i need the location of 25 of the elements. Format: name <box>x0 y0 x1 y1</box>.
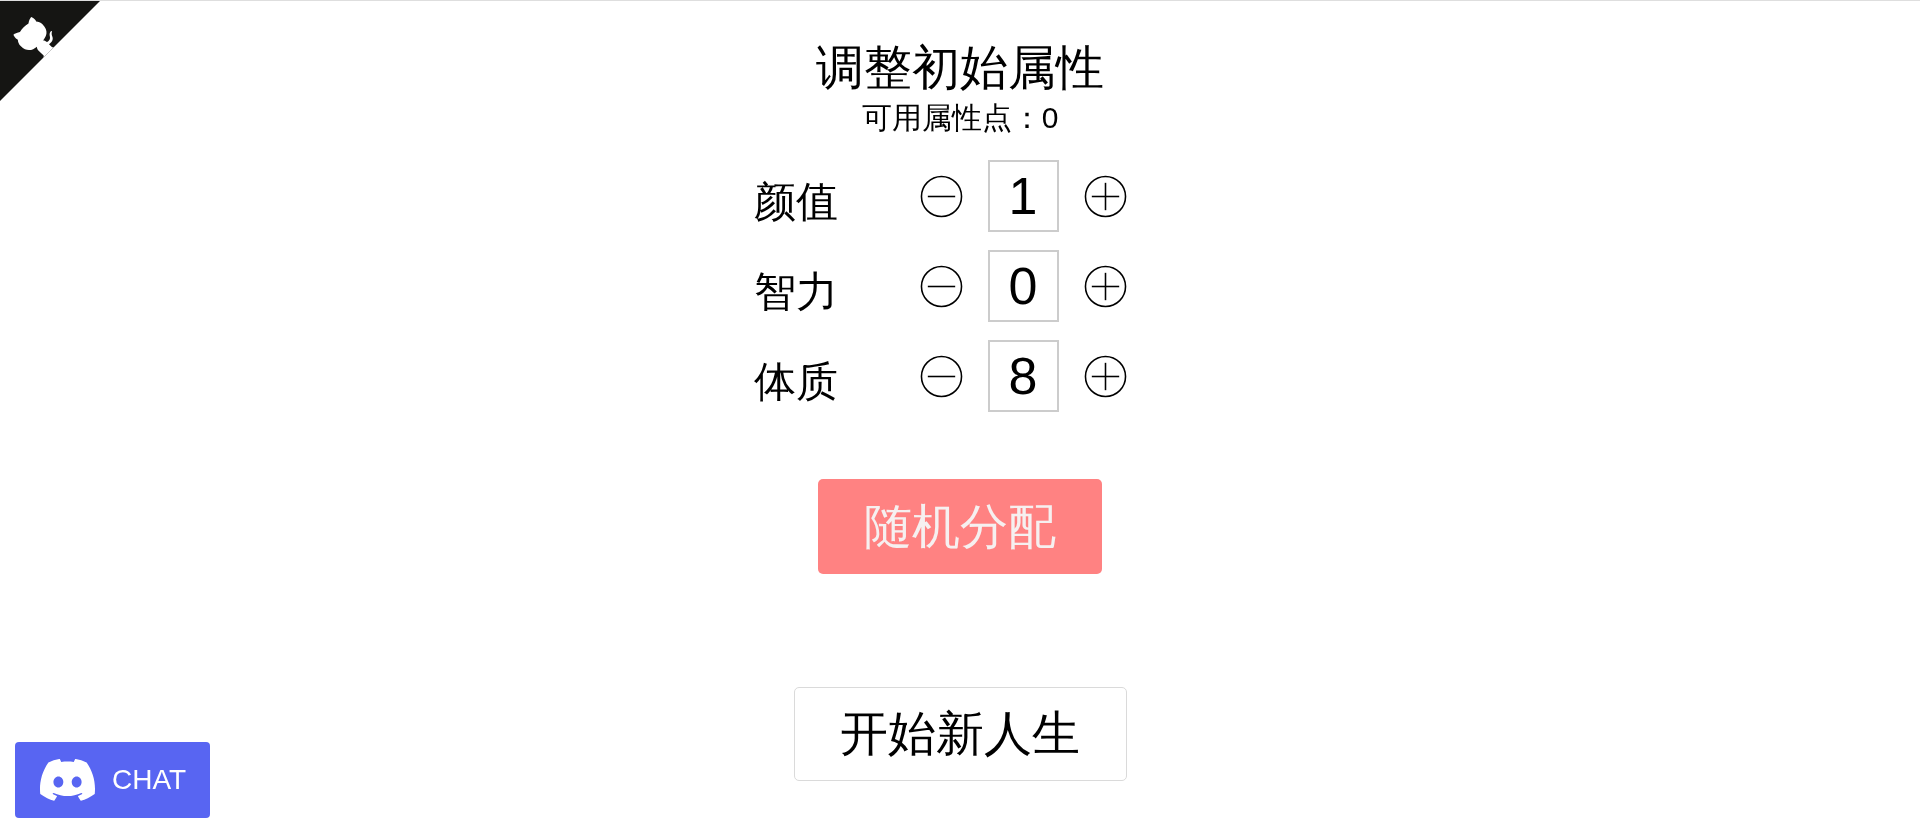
value-field[interactable]: 8 <box>987 340 1059 412</box>
corner-link[interactable] <box>0 1 100 101</box>
decrease-button[interactable] <box>919 354 963 398</box>
available-points: 可用属性点：0 <box>861 100 1059 136</box>
page-title: 调整初始属性 <box>816 40 1104 96</box>
plus-circle-icon <box>1083 354 1127 398</box>
increase-button[interactable] <box>1083 354 1127 398</box>
value-field[interactable]: 0 <box>987 250 1059 322</box>
cat-icon <box>13 17 54 58</box>
minus-circle-icon <box>919 354 963 398</box>
attribute-label: 颜值 <box>753 177 839 227</box>
attribute-label: 体质 <box>753 357 839 407</box>
attribute-label: 智力 <box>753 267 839 317</box>
decrease-button[interactable] <box>919 264 963 308</box>
minus-circle-icon <box>919 174 963 218</box>
value-field[interactable]: 1 <box>987 160 1059 232</box>
start-new-life-button[interactable]: 开始新人生 <box>793 687 1127 781</box>
increase-button[interactable] <box>1083 264 1127 308</box>
plus-circle-icon <box>1083 174 1127 218</box>
chat-logo-icon <box>40 759 95 801</box>
plus-circle-icon <box>1083 264 1127 308</box>
minus-circle-icon <box>919 264 963 308</box>
increase-button[interactable] <box>1083 174 1127 218</box>
chat-button[interactable]: CHAT <box>15 742 210 818</box>
decrease-button[interactable] <box>919 174 963 218</box>
